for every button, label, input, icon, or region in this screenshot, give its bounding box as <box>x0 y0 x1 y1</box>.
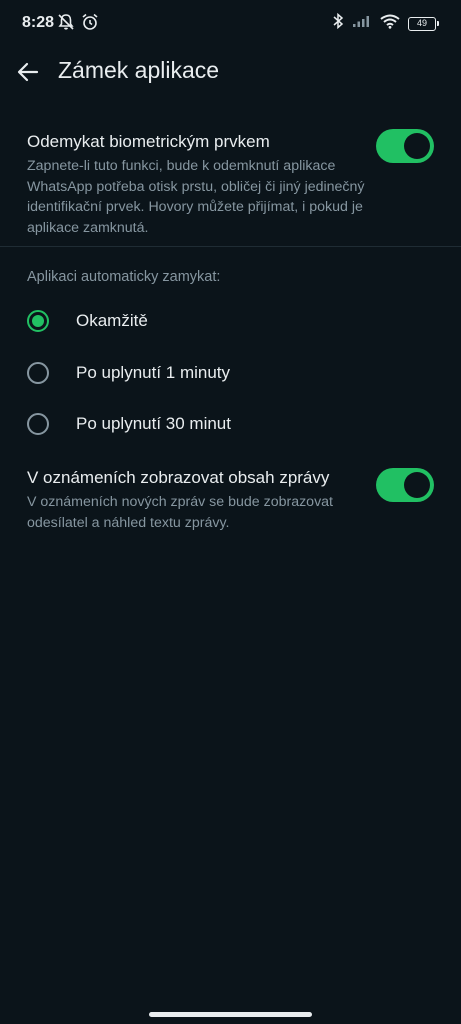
status-time: 8:28 <box>22 14 55 31</box>
divider <box>0 246 461 247</box>
page-title: Zámek aplikace <box>58 57 220 83</box>
notification-content-setting-row[interactable]: V oznámeních zobrazovat obsah zprávy V o… <box>0 456 461 540</box>
auto-lock-option-30-minutes[interactable]: Po uplynutí 30 minut <box>0 399 461 449</box>
toggle-knob <box>404 133 430 159</box>
auto-lock-option-1-minute[interactable]: Po uplynutí 1 minuty <box>0 348 461 398</box>
biometric-setting-title: Odemykat biometrickým prvkem <box>27 132 270 151</box>
biometric-setting-description: Zapnete-li tuto funkci, bude k odemknutí… <box>27 158 365 237</box>
notification-content-description: V oznámeních nových zpráv se bude zobraz… <box>27 494 333 531</box>
back-button[interactable] <box>14 58 42 86</box>
auto-lock-section-header: Aplikaci automaticky zamykat: <box>27 269 221 285</box>
radio-label: Okamžitě <box>76 311 148 330</box>
notification-content-title: V oznámeních zobrazovat obsah zprávy <box>27 468 330 487</box>
notification-content-toggle[interactable] <box>376 468 434 502</box>
signal-icon <box>352 14 372 33</box>
mute-notifications-icon <box>57 13 75 36</box>
biometric-toggle[interactable] <box>376 129 434 163</box>
radio-button[interactable] <box>27 362 49 384</box>
screen: 8:28 49 Zámek aplikace Odemykat biometri… <box>0 0 461 1024</box>
status-left-icons <box>57 13 99 36</box>
radio-label: Po uplynutí 1 minuty <box>76 363 231 382</box>
alarm-icon <box>81 13 99 36</box>
radio-label: Po uplynutí 30 minut <box>76 414 231 433</box>
wifi-icon <box>380 14 400 34</box>
bluetooth-icon <box>332 12 344 34</box>
radio-button-checked[interactable] <box>27 310 49 332</box>
biometric-setting-row[interactable]: Odemykat biometrickým prvkem Zapnete-li … <box>0 118 461 246</box>
radio-dot <box>32 315 44 327</box>
status-bar: 8:28 49 <box>0 0 461 48</box>
app-bar: Zámek aplikace <box>0 48 461 96</box>
status-right-icons: 49 <box>332 12 439 34</box>
battery-icon: 49 <box>408 16 439 31</box>
radio-button[interactable] <box>27 413 49 435</box>
home-indicator[interactable] <box>149 1012 312 1017</box>
toggle-knob <box>404 472 430 498</box>
back-arrow-icon <box>17 62 39 82</box>
auto-lock-option-immediately[interactable]: Okamžitě <box>0 296 461 346</box>
